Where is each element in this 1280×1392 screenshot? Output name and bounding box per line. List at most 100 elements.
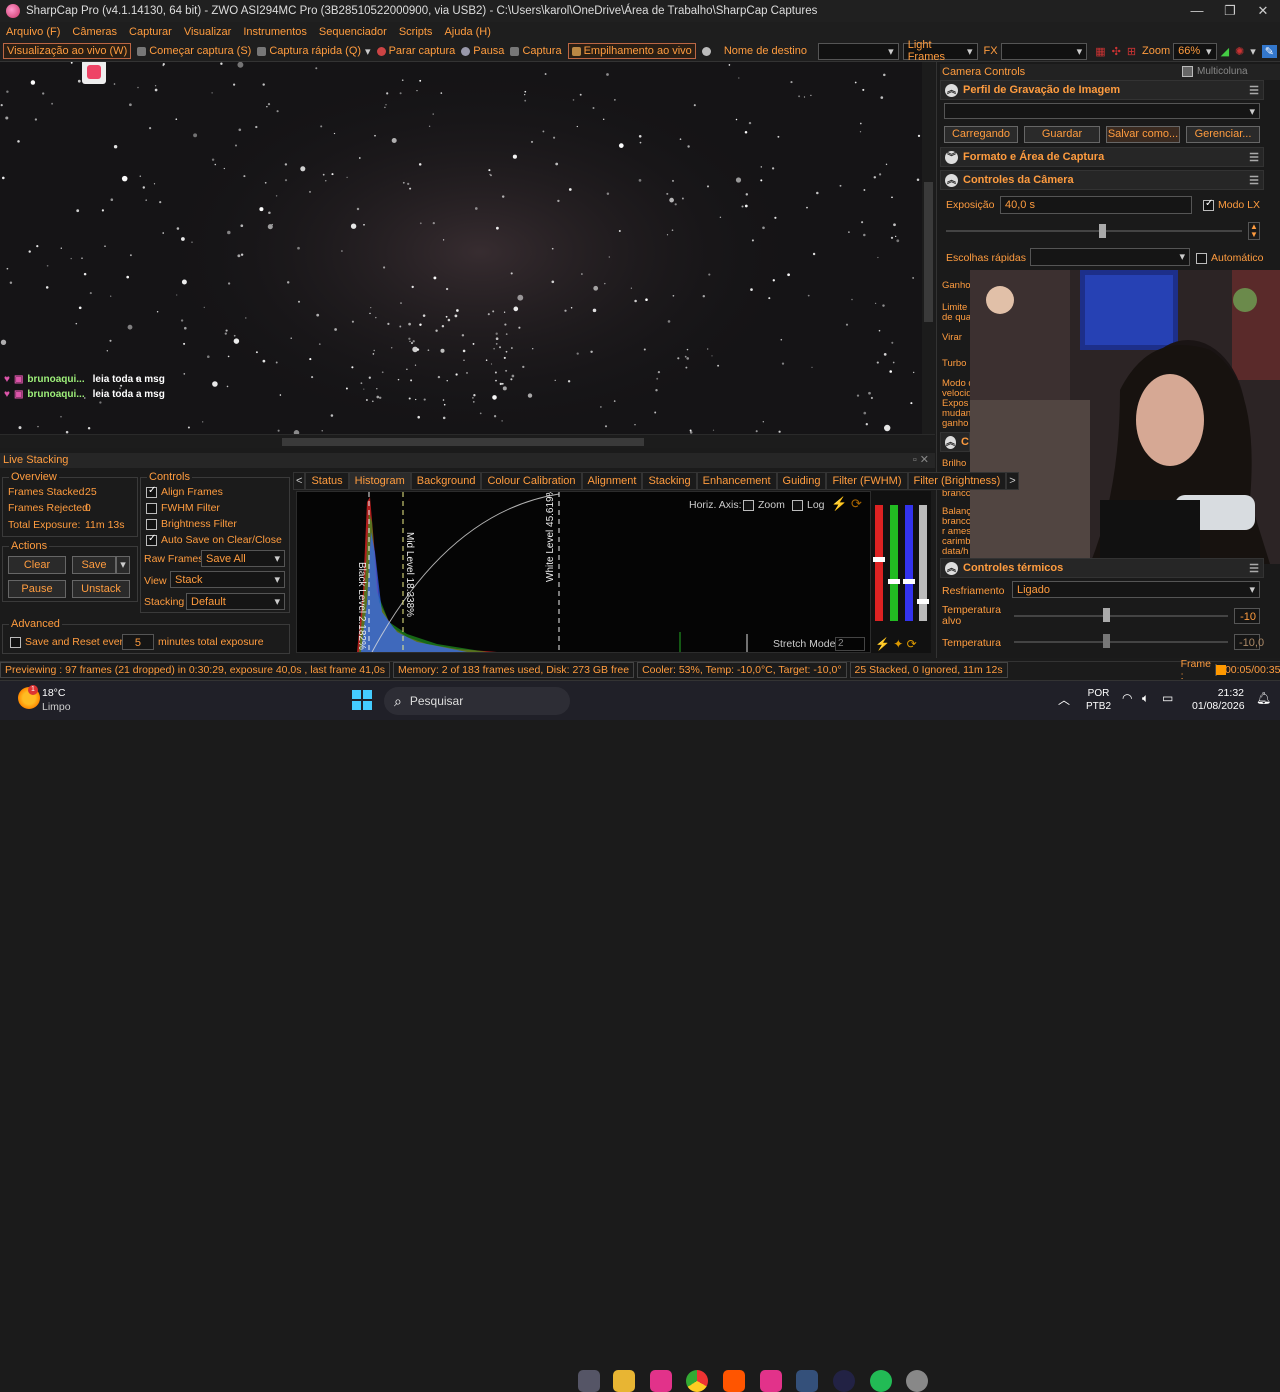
- weather-temp[interactable]: 18°C: [42, 687, 65, 699]
- brightness-filter-checkbox[interactable]: Brightness Filter: [146, 518, 237, 530]
- green-slider-handle[interactable]: [888, 579, 900, 584]
- blue-slider[interactable]: [905, 505, 913, 621]
- brave-icon[interactable]: [723, 1370, 745, 1392]
- unstack-button[interactable]: Unstack: [72, 580, 130, 598]
- zoom-checkbox[interactable]: Zoom: [743, 499, 785, 511]
- menu-scripts[interactable]: Scripts: [399, 26, 433, 38]
- green-slider[interactable]: [890, 505, 898, 621]
- pause-stack-button[interactable]: Pause: [8, 580, 66, 598]
- minimize-icon[interactable]: —: [1180, 0, 1214, 22]
- tab-background[interactable]: Background: [410, 472, 482, 490]
- cooling-dropdown[interactable]: Ligado ▾: [1012, 581, 1260, 598]
- save-reset-checkbox[interactable]: Save and Reset every: [10, 636, 128, 648]
- lx-mode-checkbox[interactable]: Modo LX: [1203, 198, 1260, 211]
- close-icon[interactable]: ✕: [1246, 0, 1280, 22]
- auto-stretch-icon[interactable]: ⚡ ✦ ⟳: [875, 637, 917, 651]
- auto-save-checkbox[interactable]: Auto Save on Clear/Close: [146, 533, 282, 546]
- tab-colour-calibration[interactable]: Colour Calibration: [481, 472, 582, 490]
- align-frames-checkbox[interactable]: Align Frames: [146, 485, 223, 498]
- reticle-icon[interactable]: ⊞: [1127, 45, 1136, 58]
- menu-icon[interactable]: ☰: [1249, 562, 1259, 575]
- save-as-profile-button[interactable]: Salvar como...: [1106, 126, 1180, 143]
- tab-scroll-left-icon[interactable]: <: [293, 472, 306, 490]
- lightning-icon[interactable]: ⚡: [831, 496, 847, 512]
- live-stacking-button[interactable]: Empilhamento ao vivo: [567, 43, 696, 59]
- quick-capture-button[interactable]: Captura rápida (Q) ▾: [257, 45, 371, 58]
- save-button[interactable]: Save: [72, 556, 116, 574]
- capture-button[interactable]: Captura: [510, 45, 562, 57]
- panel-close-icon[interactable]: ▫ ✕: [913, 453, 929, 468]
- raw-frames-dropdown[interactable]: Save All ▾: [201, 550, 285, 567]
- stellarium-icon[interactable]: [833, 1370, 855, 1392]
- save-reset-minutes-input[interactable]: 5: [122, 634, 154, 650]
- menu-icon[interactable]: ☰: [1249, 174, 1259, 187]
- menu-capturar[interactable]: Capturar: [129, 26, 172, 38]
- chrome-icon[interactable]: [686, 1370, 708, 1392]
- tab-alignment[interactable]: Alignment: [581, 472, 643, 490]
- manage-profile-button[interactable]: Gerenciar...: [1186, 126, 1260, 143]
- profile-section-header[interactable]: ︽ Perfil de Gravação de Imagem ☰: [940, 80, 1264, 100]
- reset-icon[interactable]: ⟳: [851, 496, 862, 512]
- language-indicator[interactable]: POR PTB2: [1086, 687, 1111, 713]
- preview-horizontal-scrollbar[interactable]: [0, 434, 935, 448]
- menu-icon[interactable]: ☰: [1249, 151, 1259, 164]
- histogram-icon[interactable]: ◢: [1221, 45, 1229, 58]
- wifi-icon[interactable]: ◠: [1122, 691, 1132, 705]
- load-profile-button[interactable]: Carregando: [944, 126, 1018, 143]
- target-temp-slider[interactable]: [1014, 615, 1228, 617]
- color-balance-sliders[interactable]: ⚡ ✦ ⟳: [871, 491, 931, 653]
- histogram-display[interactable]: Black Level 2.182% Mid Level 18.338% Whi…: [296, 491, 871, 653]
- tab-stacking[interactable]: Stacking: [642, 472, 697, 490]
- search-box[interactable]: ⌕ Pesquisar: [384, 687, 570, 715]
- tab-scroll-right-icon[interactable]: >: [1006, 472, 1019, 490]
- pin-icon[interactable]: ✎: [1261, 44, 1277, 58]
- crosshair-icon[interactable]: ✣: [1112, 45, 1121, 58]
- menu-sequenciador[interactable]: Sequenciador: [319, 26, 387, 38]
- stop-capture-button[interactable]: Parar captura: [376, 45, 455, 57]
- red-slider-handle[interactable]: [873, 557, 885, 562]
- tab-guiding[interactable]: Guiding: [776, 472, 827, 490]
- settings-icon[interactable]: ✺: [1235, 45, 1244, 58]
- camera-section-header[interactable]: ︽ Controles da Câmera ☰: [940, 170, 1264, 190]
- menu-visualizar[interactable]: Visualizar: [184, 26, 232, 38]
- quick-picks-dropdown[interactable]: ▾: [1030, 248, 1190, 266]
- menu-ajuda[interactable]: Ajuda (H): [444, 26, 490, 38]
- app-icon[interactable]: [760, 1370, 782, 1392]
- red-slider[interactable]: [875, 505, 883, 621]
- log-checkbox[interactable]: Log: [792, 499, 825, 511]
- tab-enhancement[interactable]: Enhancement: [696, 472, 777, 490]
- frame-type-dropdown[interactable]: Light Frames ▾: [902, 39, 978, 63]
- exposure-input[interactable]: 40,0 s: [1000, 196, 1192, 214]
- tab-status[interactable]: Status: [305, 472, 349, 490]
- task-view-icon[interactable]: [578, 1370, 600, 1392]
- clear-button[interactable]: Clear: [8, 556, 66, 574]
- grid-icon[interactable]: ▦: [1095, 45, 1105, 58]
- live-view-button[interactable]: Visualização ao vivo (W): [3, 43, 132, 59]
- target-name-dropdown[interactable]: ▾: [817, 42, 899, 60]
- app-icon[interactable]: [870, 1370, 892, 1392]
- view-dropdown[interactable]: Stack ▾: [170, 571, 285, 588]
- menu-icon[interactable]: ☰: [1249, 84, 1259, 97]
- multicolumn-toggle[interactable]: Multicoluna: [1182, 64, 1248, 80]
- pause-button[interactable]: Pausa: [461, 45, 504, 57]
- preview-vertical-scrollbar[interactable]: [922, 62, 935, 434]
- app-icon[interactable]: [650, 1370, 672, 1392]
- stacking-dropdown[interactable]: Default ▾: [186, 593, 285, 610]
- tray-expand-icon[interactable]: ︿: [1058, 691, 1070, 708]
- volume-icon[interactable]: 🔈︎: [1142, 691, 1149, 706]
- tab-filter-brightness[interactable]: Filter (Brightness): [907, 472, 1007, 490]
- profile-dropdown[interactable]: ▾: [944, 103, 1260, 119]
- tab-filter-fwhm[interactable]: Filter (FWHM): [826, 472, 908, 490]
- save-profile-button[interactable]: Guardar: [1024, 126, 1100, 143]
- app-icon[interactable]: [796, 1370, 818, 1392]
- fx-dropdown[interactable]: ▾: [1000, 42, 1088, 60]
- weather-desc[interactable]: Limpo: [42, 701, 71, 713]
- blue-slider-handle[interactable]: [903, 579, 915, 584]
- notification-icon[interactable]: 🔔︎: [1256, 691, 1271, 705]
- start-capture-button[interactable]: Começar captura (S): [137, 45, 251, 57]
- windows-start-icon[interactable]: [352, 690, 372, 710]
- target-temp-input[interactable]: -10: [1234, 608, 1260, 624]
- thermal-section-header[interactable]: ︽ Controles térmicos ☰: [940, 558, 1264, 578]
- battery-icon[interactable]: ▭: [1162, 691, 1173, 705]
- scrollbar-thumb[interactable]: [282, 438, 644, 446]
